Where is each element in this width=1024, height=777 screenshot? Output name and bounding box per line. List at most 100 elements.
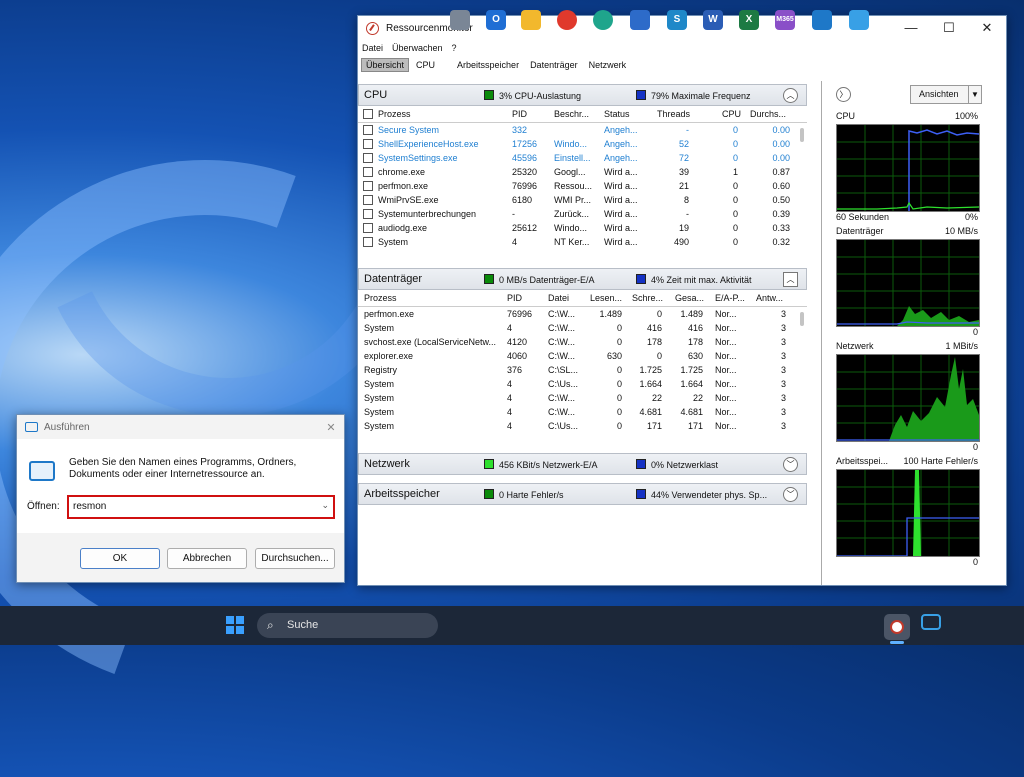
remote-desktop-icon[interactable]	[630, 10, 650, 30]
table-row[interactable]: perfmon.exe 76996 C:\W... 1.489 0 1.489 Nor...…	[358, 307, 807, 321]
outlook-icon[interactable]: O	[486, 10, 506, 30]
s-app-icon[interactable]: S	[667, 10, 687, 30]
tab-datentraeger[interactable]: Datenträger	[526, 59, 582, 71]
table-row[interactable]: chrome.exe 25320 Googl... Wird a... 39 1 0.87	[358, 165, 807, 179]
select-all-checkbox[interactable]	[363, 109, 373, 120]
cell-resp: 3	[780, 393, 786, 403]
table-row[interactable]: audiodg.exe 25612 Windo... Wird a... 19 0 0.33	[358, 221, 807, 235]
table-row[interactable]: System 4 C:\Us... 0 1.664 1.664 Nor... 3	[358, 377, 807, 391]
col-prozess[interactable]: Prozess	[378, 109, 411, 119]
col-ea-prioritaet[interactable]: E/A-P...	[715, 293, 745, 303]
cell-read: 1.489	[599, 309, 622, 319]
cell-file: C:\W...	[548, 351, 575, 361]
table-row[interactable]: System 4 C:\W... 0 416 416 Nor... 3	[358, 321, 807, 335]
col-status[interactable]: Status	[604, 109, 630, 119]
memory-section-header[interactable]: Arbeitsspeicher 0 Harte Fehler/s 44% Ver…	[358, 483, 807, 505]
chevron-up-icon[interactable]: ︿	[783, 272, 798, 287]
menu-datei[interactable]: Datei	[362, 43, 383, 53]
table-row[interactable]: Secure System 332 Angeh... - 0 0.00	[358, 123, 807, 137]
table-row[interactable]: System 4 C:\W... 0 4.681 4.681 Nor... 3	[358, 405, 807, 419]
cell-write: 416	[646, 323, 662, 333]
col-antwortzeit[interactable]: Antw...	[756, 293, 783, 303]
close-button[interactable]: ✕	[972, 16, 1002, 40]
taskbar-search[interactable]: ⌕ Suche	[257, 613, 438, 638]
chevron-down-icon[interactable]: ⌄	[321, 500, 329, 511]
network-section-header[interactable]: Netzwerk 456 KBit/s Netzwerk-E/A 0% Netz…	[358, 453, 807, 475]
col-beschreibung[interactable]: Beschr...	[554, 109, 589, 119]
process-checkbox[interactable]	[363, 181, 373, 192]
run-taskbar-icon[interactable]	[921, 614, 941, 630]
notepad-icon[interactable]	[849, 10, 869, 30]
table-row[interactable]: ShellExperienceHost.exe 17256 Windo... Ange…	[358, 137, 807, 151]
table-row[interactable]: Registry 376 C:\SL... 0 1.725 1.725 Nor... 3	[358, 363, 807, 377]
process-checkbox[interactable]	[363, 237, 373, 248]
chrome-icon[interactable]	[557, 10, 577, 30]
edge-icon[interactable]	[593, 10, 613, 30]
table-row[interactable]: WmiPrvSE.exe 6180 WMI Pr... Wird a... 8 0 0.50	[358, 193, 807, 207]
tab-arbeitsspeicher[interactable]: Arbeitsspeicher	[453, 59, 523, 71]
cpu-section-header[interactable]: CPU 3% CPU-Auslastung 79% Maximale Frequ…	[358, 84, 807, 106]
minimize-button[interactable]: —	[896, 16, 926, 40]
tab-netzwerk[interactable]: Netzwerk	[585, 59, 631, 71]
views-button[interactable]: Ansichten ▼	[910, 85, 982, 104]
chevron-down-icon[interactable]: ﹀	[783, 487, 798, 502]
open-input[interactable]: resmon ⌄	[67, 495, 335, 519]
process-checkbox[interactable]	[363, 223, 373, 234]
office-app-icon[interactable]	[812, 10, 832, 30]
process-checkbox[interactable]	[363, 125, 373, 136]
table-row[interactable]: svchost.exe (LocalServiceNetw... 4120 C:\W…	[358, 335, 807, 349]
table-row[interactable]: explorer.exe 4060 C:\W... 630 0 630 Nor... 3	[358, 349, 807, 363]
word-icon[interactable]: W	[703, 10, 723, 30]
network-section: Netzwerk 456 KBit/s Netzwerk-E/A 0% Netz…	[358, 453, 807, 475]
section-title: CPU	[364, 89, 388, 101]
cancel-button[interactable]: Abbrechen	[167, 548, 247, 569]
excel-icon[interactable]: X	[739, 10, 759, 30]
chevron-up-icon[interactable]: ︿	[783, 88, 798, 103]
browse-button[interactable]: Durchsuchen...	[255, 548, 335, 569]
col-durchschnitt[interactable]: Durchs...	[750, 109, 786, 119]
chevron-down-icon[interactable]: ﹀	[783, 457, 798, 472]
process-checkbox[interactable]	[363, 195, 373, 206]
menu-help[interactable]: ?	[452, 43, 457, 53]
col-lesen[interactable]: Lesen...	[590, 293, 622, 303]
cell-pid: 4	[507, 379, 513, 389]
table-row[interactable]: System 4 C:\Us... 0 171 171 Nor... 3	[358, 419, 807, 433]
run-close-button[interactable]: ✕	[318, 421, 344, 434]
disk-section-header[interactable]: Datenträger 0 MB/s Datenträger-E/A 4% Ze…	[358, 268, 807, 290]
resmon-taskbar-icon[interactable]	[884, 614, 910, 640]
task-view-icon[interactable]	[450, 10, 470, 30]
col-gesamt[interactable]: Gesa...	[675, 293, 704, 303]
process-checkbox[interactable]	[363, 167, 373, 178]
process-checkbox[interactable]	[363, 209, 373, 220]
physical-memory-info: 44% Verwendeter phys. Sp...	[636, 488, 767, 500]
ok-button[interactable]: OK	[80, 548, 160, 569]
disk-scrollbar[interactable]	[800, 312, 804, 326]
col-prozess[interactable]: Prozess	[364, 293, 397, 303]
cell-total: 630	[687, 351, 703, 361]
cell-status: Wird a...	[604, 223, 638, 233]
start-button[interactable]	[226, 616, 244, 634]
cpu-scrollbar[interactable]	[800, 128, 804, 142]
table-row[interactable]: perfmon.exe 76996 Ressou... Wird a... 21 0 0.6…	[358, 179, 807, 193]
col-pid[interactable]: PID	[512, 109, 527, 119]
col-threads[interactable]: Threads	[657, 109, 690, 119]
network-graph-label: Netzwerk 1 MBit/s	[836, 341, 978, 351]
tab-uebersicht[interactable]: Übersicht	[361, 58, 410, 72]
menu-ueberwachen[interactable]: Überwachen	[392, 43, 443, 53]
table-row[interactable]: System 4 NT Ker... Wird a... 490 0 0.32	[358, 235, 807, 249]
cell-pid: 17256	[512, 139, 538, 149]
col-schreiben[interactable]: Schre...	[632, 293, 663, 303]
table-row[interactable]: Systemunterbrechungen - Zurück... Wird a...…	[358, 207, 807, 221]
col-cpu[interactable]: CPU	[722, 109, 741, 119]
process-checkbox[interactable]	[363, 153, 373, 164]
table-row[interactable]: SystemSettings.exe 45596 Einstell... Angeh.…	[358, 151, 807, 165]
m365-icon[interactable]: M365	[775, 10, 795, 30]
col-pid[interactable]: PID	[507, 293, 522, 303]
file-explorer-icon[interactable]	[521, 10, 541, 30]
col-datei[interactable]: Datei	[548, 293, 569, 303]
expand-panel-button[interactable]: 〉	[836, 87, 851, 102]
tab-cpu[interactable]: CPU	[412, 59, 439, 71]
maximize-button[interactable]: ☐	[934, 16, 964, 40]
process-checkbox[interactable]	[363, 139, 373, 150]
table-row[interactable]: System 4 C:\W... 0 22 22 Nor... 3	[358, 391, 807, 405]
